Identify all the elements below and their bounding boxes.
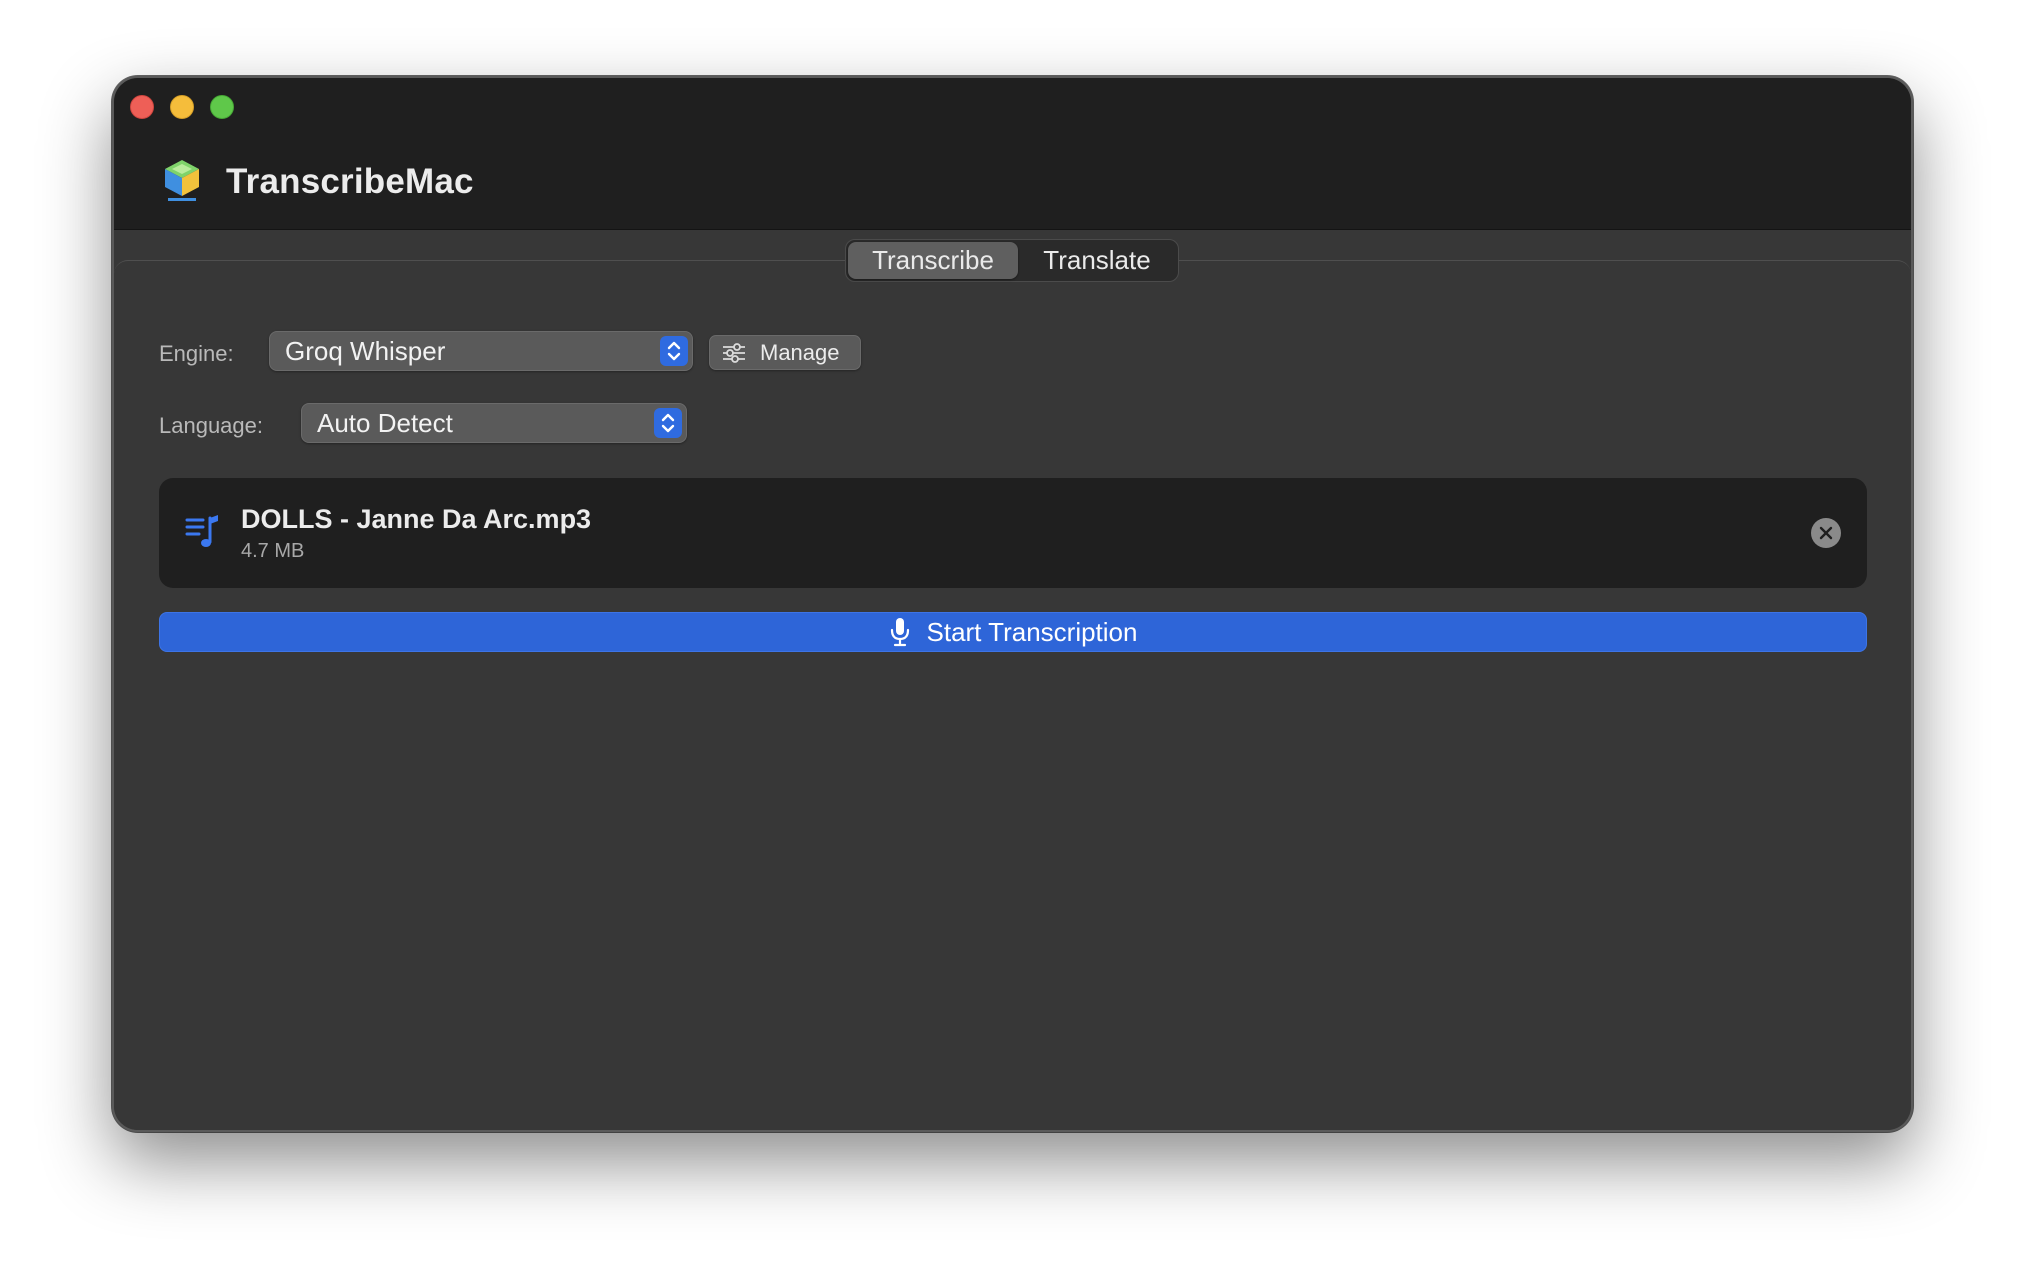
- microphone-icon: [890, 618, 909, 647]
- file-size: 4.7 MB: [241, 540, 305, 562]
- sliders-icon: [723, 342, 745, 363]
- window-close-button[interactable]: [130, 95, 154, 119]
- title-bar: TranscribeMac: [114, 78, 1911, 230]
- mode-segmented-control: Transcribe Translate: [845, 239, 1179, 282]
- tab-transcribe[interactable]: Transcribe: [848, 242, 1018, 279]
- window-zoom-button[interactable]: [210, 95, 234, 119]
- chevron-up-down-icon: [660, 336, 688, 366]
- chevron-up-down-icon: [654, 408, 682, 438]
- start-transcription-label: Start Transcription: [926, 616, 1138, 647]
- content-panel: [114, 260, 1911, 1130]
- manage-engines-button[interactable]: Manage: [709, 335, 861, 370]
- remove-file-button[interactable]: [1811, 518, 1841, 548]
- engine-select-value: Groq Whisper: [285, 335, 446, 366]
- selected-file-card: DOLLS - Janne Da Arc.mp3 4.7 MB: [159, 478, 1867, 588]
- tab-translate[interactable]: Translate: [1018, 242, 1176, 279]
- language-select[interactable]: Auto Detect: [301, 403, 687, 443]
- manage-label: Manage: [760, 339, 840, 365]
- language-label: Language:: [159, 413, 263, 438]
- app-logo-icon: [165, 160, 199, 201]
- close-icon: [1819, 526, 1833, 540]
- app-title: TranscribeMac: [226, 162, 474, 201]
- start-transcription-button[interactable]: Start Transcription: [159, 612, 1867, 652]
- engine-select[interactable]: Groq Whisper: [269, 331, 693, 371]
- music-list-icon: [185, 515, 218, 547]
- window-minimize-button[interactable]: [170, 95, 194, 119]
- file-name: DOLLS - Janne Da Arc.mp3: [241, 504, 592, 534]
- language-select-value: Auto Detect: [317, 407, 453, 438]
- app-window: TranscribeMac Transcribe Translate Engin…: [112, 76, 1913, 1132]
- engine-label: Engine:: [159, 341, 234, 366]
